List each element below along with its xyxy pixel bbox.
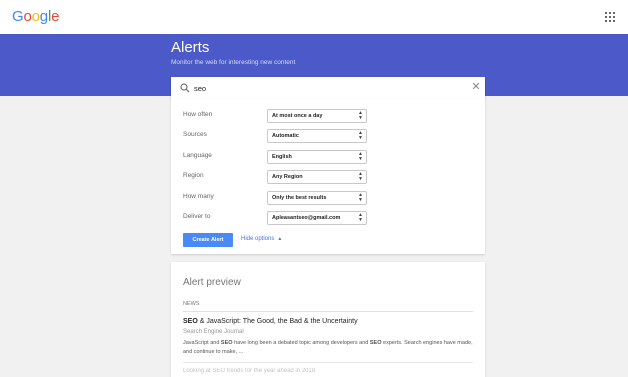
- top-bar: Google: [0, 0, 628, 34]
- article-snippet: JavaScript and SEO have long been a deba…: [183, 339, 475, 357]
- logo-letter: g: [39, 8, 48, 25]
- option-row-language: Language English ▲ ▼: [183, 150, 473, 164]
- select-arrows-icon: ▲ ▼: [358, 110, 363, 121]
- select-value: Any Region: [272, 174, 303, 180]
- article-title-rest: & JavaScript: The Good, the Bad & the Un…: [197, 318, 358, 325]
- option-row-sources: Sources Automatic ▲ ▼: [183, 129, 473, 143]
- article-title-bold: SEO: [183, 318, 198, 325]
- create-alert-button[interactable]: Create Alert: [183, 233, 233, 247]
- logo-letter: o: [31, 8, 40, 25]
- hide-options-label: Hide options: [241, 236, 275, 242]
- snippet-text: JavaScript and: [183, 340, 221, 346]
- option-row-how-often: How often At most once a day ▲ ▼: [183, 109, 473, 123]
- search-box: ✕: [171, 77, 485, 99]
- select-arrows-icon: ▲ ▼: [358, 171, 363, 182]
- hide-options-link[interactable]: Hide options ▲: [241, 236, 282, 242]
- option-label: How often: [183, 111, 213, 118]
- google-logo[interactable]: Google: [12, 8, 59, 25]
- snippet-bold: SEO: [220, 340, 233, 346]
- select-value: Apleasantseo@gmail.com: [272, 215, 341, 221]
- select-arrows-icon: ▲ ▼: [358, 192, 363, 203]
- snippet-text: have long been a debated topic among dev…: [232, 340, 370, 346]
- next-article-title[interactable]: Looking at SEO trends for the year ahead…: [183, 368, 315, 374]
- select-value: English: [272, 154, 292, 160]
- alert-options-card: How often At most once a day ▲ ▼ Sources …: [171, 99, 485, 254]
- page-title: Alerts: [171, 39, 210, 56]
- language-select[interactable]: English ▲ ▼: [267, 150, 367, 164]
- option-row-deliver-to: Deliver to Apleasantseo@gmail.com ▲ ▼: [183, 211, 473, 225]
- page-subtitle: Monitor the web for interesting new cont…: [171, 59, 296, 66]
- option-label: Deliver to: [183, 213, 211, 220]
- option-label: Language: [183, 152, 212, 159]
- caret-up-icon: ▲: [277, 236, 283, 242]
- select-value: Only the best results: [272, 195, 327, 201]
- snippet-bold: SEO: [369, 340, 382, 346]
- divider: [183, 362, 473, 363]
- alert-preview-card: Alert preview NEWS SEO & JavaScript: The…: [171, 262, 485, 377]
- preview-title: Alert preview: [183, 277, 241, 288]
- article-source: Search Engine Journal: [183, 329, 244, 335]
- close-icon[interactable]: ✕: [471, 82, 481, 93]
- sources-select[interactable]: Automatic ▲ ▼: [267, 129, 367, 143]
- article-title-link[interactable]: SEO & JavaScript: The Good, the Bad & th…: [183, 318, 358, 325]
- deliver-to-select[interactable]: Apleasantseo@gmail.com ▲ ▼: [267, 211, 367, 225]
- select-value: Automatic: [272, 133, 299, 139]
- option-row-how-many: How many Only the best results ▲ ▼: [183, 191, 473, 205]
- logo-letter: o: [23, 8, 32, 25]
- apps-grid-icon[interactable]: [605, 12, 615, 22]
- search-icon: [180, 83, 190, 93]
- select-value: At most once a day: [272, 113, 323, 119]
- search-input[interactable]: [194, 80, 454, 96]
- option-row-region: Region Any Region ▲ ▼: [183, 170, 473, 184]
- logo-letter: e: [51, 8, 60, 25]
- preview-category: NEWS: [183, 301, 200, 307]
- divider: [183, 311, 473, 312]
- how-many-select[interactable]: Only the best results ▲ ▼: [267, 191, 367, 205]
- how-often-select[interactable]: At most once a day ▲ ▼: [267, 109, 367, 123]
- select-arrows-icon: ▲ ▼: [358, 130, 363, 141]
- option-label: Sources: [183, 131, 207, 138]
- option-label: How many: [183, 193, 214, 200]
- region-select[interactable]: Any Region ▲ ▼: [267, 170, 367, 184]
- select-arrows-icon: ▲ ▼: [358, 212, 363, 223]
- option-label: Region: [183, 172, 204, 179]
- select-arrows-icon: ▲ ▼: [358, 151, 363, 162]
- logo-letter: G: [12, 8, 24, 25]
